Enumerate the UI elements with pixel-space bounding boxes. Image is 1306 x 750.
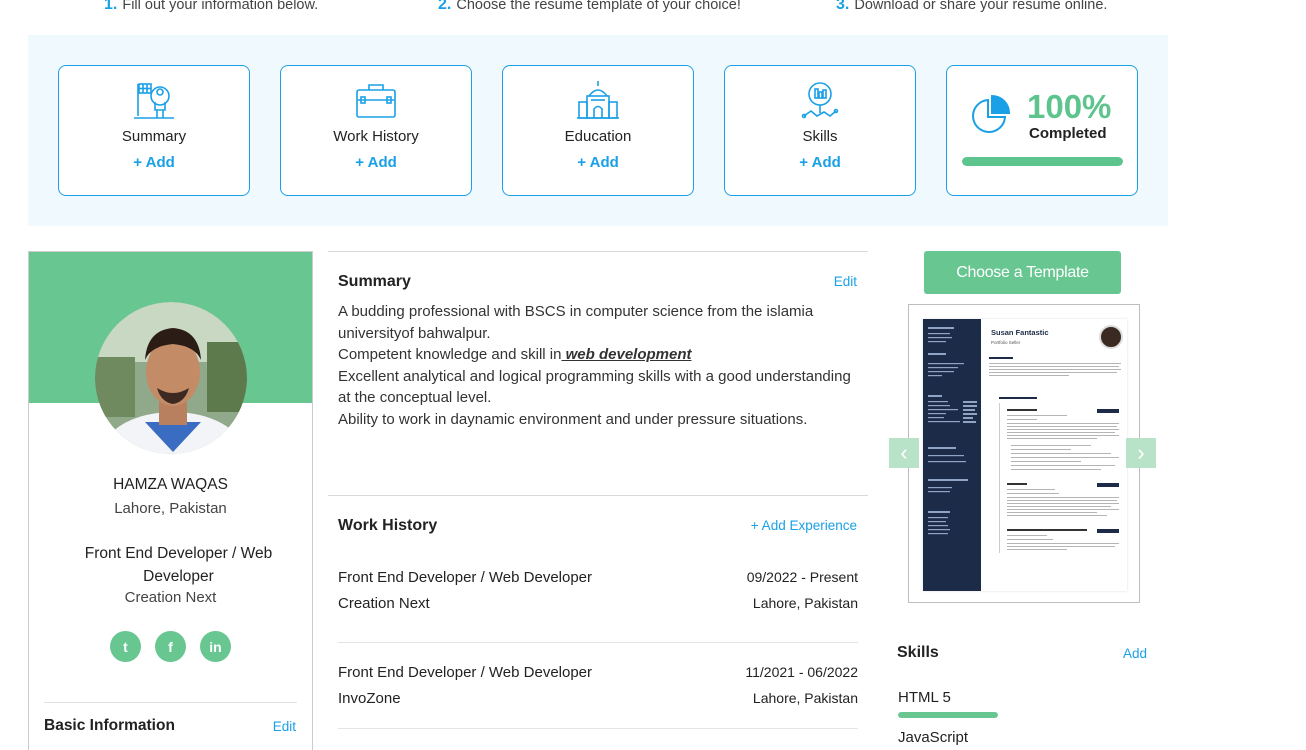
profile-company: Creation Next — [124, 589, 217, 606]
job-location: Lahore, Pakistan — [752, 690, 858, 706]
summary-emphasis: web development — [561, 346, 692, 363]
chevron-right-icon: › — [1137, 440, 1145, 465]
job-company: InvoZone — [338, 690, 401, 707]
summary-line: Excellent analytical and logical program… — [338, 367, 851, 407]
step-1: 1. Fill out your information below. — [104, 0, 319, 13]
basic-information-title: Basic Information — [44, 717, 175, 734]
choose-template-button[interactable]: Choose a Template — [924, 251, 1121, 294]
template-subtitle: Portfolio Seller — [991, 340, 1021, 345]
summary-text: A budding professional with BSCS in comp… — [338, 301, 863, 430]
template-next-button[interactable]: › — [1126, 438, 1156, 468]
job-company: Creation Next — [338, 595, 430, 612]
summary-line-prefix: Competent knowledge and skill in — [338, 346, 562, 363]
school-building-icon — [503, 80, 693, 122]
summary-flag-person-icon — [59, 80, 249, 122]
template-photo — [1099, 325, 1123, 349]
job-dates: 11/2021 - 06/2022 — [745, 664, 858, 680]
job-location: Lahore, Pakistan — [752, 595, 858, 611]
section-card-work-history[interactable]: Work History + Add — [280, 65, 472, 196]
divider — [338, 642, 858, 643]
progress-percent: 100% — [1027, 88, 1112, 125]
summary-line: Competent knowledge and skill in web dev… — [338, 344, 863, 366]
section-card-summary[interactable]: Summary + Add — [58, 65, 250, 196]
template-sidebar — [923, 319, 981, 591]
progress-label: Completed — [1029, 125, 1107, 142]
job-title: Front End Developer / Web Developer — [338, 664, 593, 681]
work-history-item[interactable]: Front End Developer / Web Developer 09/2… — [338, 569, 858, 619]
skill-level-fill — [898, 712, 998, 718]
skills-magnifier-icon — [725, 80, 915, 122]
basic-information-edit-link[interactable]: Edit — [273, 719, 296, 734]
template-name: Susan Fantastic — [991, 328, 1049, 337]
template-preview[interactable]: Susan Fantastic Portfolio Seller — [908, 304, 1140, 603]
avatar — [95, 302, 247, 454]
linkedin-icon[interactable]: in — [200, 631, 231, 662]
skills-section-title: Skills — [897, 644, 939, 661]
resume-builder-page: 1. Fill out your information below. 2. Cho… — [0, 0, 1306, 750]
progress-card: 100% Completed — [946, 65, 1138, 196]
profile-location: Lahore, Pakistan — [114, 500, 227, 517]
chevron-left-icon: ‹ — [900, 440, 908, 465]
add-skills-button[interactable]: + Add — [725, 154, 915, 171]
step-3: 3. Download or share your resume online. — [836, 0, 1108, 13]
add-experience-link[interactable]: + Add Experience — [751, 518, 857, 533]
profile-name: HAMZA WAQAS — [113, 476, 228, 493]
profile-card: HAMZA WAQAS Lahore, Pakistan Front End D… — [28, 251, 313, 750]
profile-role: Front End Developer / Web Developer — [84, 545, 273, 585]
skill-name: HTML 5 — [898, 689, 951, 706]
pie-chart-icon — [969, 94, 1011, 141]
template-prev-button[interactable]: ‹ — [889, 438, 919, 468]
divider — [338, 728, 858, 729]
job-title: Front End Developer / Web Developer — [338, 569, 593, 586]
briefcase-icon — [281, 80, 471, 122]
step-2: 2. Choose the resume template of your cho… — [438, 0, 741, 13]
divider — [328, 251, 868, 252]
skill-name: JavaScript — [898, 729, 969, 746]
section-title: Skills — [802, 128, 838, 145]
resume-main-content: Summary Edit A budding professional with… — [328, 251, 868, 750]
facebook-icon[interactable]: f — [155, 631, 186, 662]
section-title: Education — [564, 128, 632, 145]
add-summary-button[interactable]: + Add — [59, 154, 249, 171]
progress-bar — [962, 157, 1123, 166]
progress-bar-fill — [962, 157, 1123, 166]
section-title: Summary — [121, 128, 187, 145]
add-skill-link[interactable]: Add — [1123, 646, 1147, 661]
summary-line: Ability to work in daynamic environment … — [338, 410, 808, 428]
summary-line: A budding professional with BSCS in comp… — [338, 303, 814, 342]
add-work-history-button[interactable]: + Add — [281, 154, 471, 171]
social-links: t f in — [29, 631, 312, 662]
summary-edit-link[interactable]: Edit — [834, 274, 857, 289]
work-history-item[interactable]: Front End Developer / Web Developer 11/2… — [338, 664, 858, 714]
work-history-section-title: Work History — [338, 517, 438, 534]
twitter-icon[interactable]: t — [110, 631, 141, 662]
summary-section-title: Summary — [338, 273, 411, 290]
section-card-skills[interactable]: Skills + Add — [724, 65, 916, 196]
template-body-lines — [989, 357, 1121, 553]
skill-level-bar — [898, 712, 998, 718]
divider — [328, 495, 868, 496]
steps-bar: 1. Fill out your information below. 2. Cho… — [0, 0, 1306, 18]
add-education-button[interactable]: + Add — [503, 154, 693, 171]
resume-sections-bar: Summary + Add Work History + Add Educati… — [28, 35, 1168, 226]
job-dates: 09/2022 - Present — [746, 569, 858, 585]
template-page: Susan Fantastic Portfolio Seller — [923, 319, 1127, 591]
section-card-education[interactable]: Education + Add — [502, 65, 694, 196]
section-title: Work History — [333, 128, 419, 145]
divider — [44, 702, 297, 703]
